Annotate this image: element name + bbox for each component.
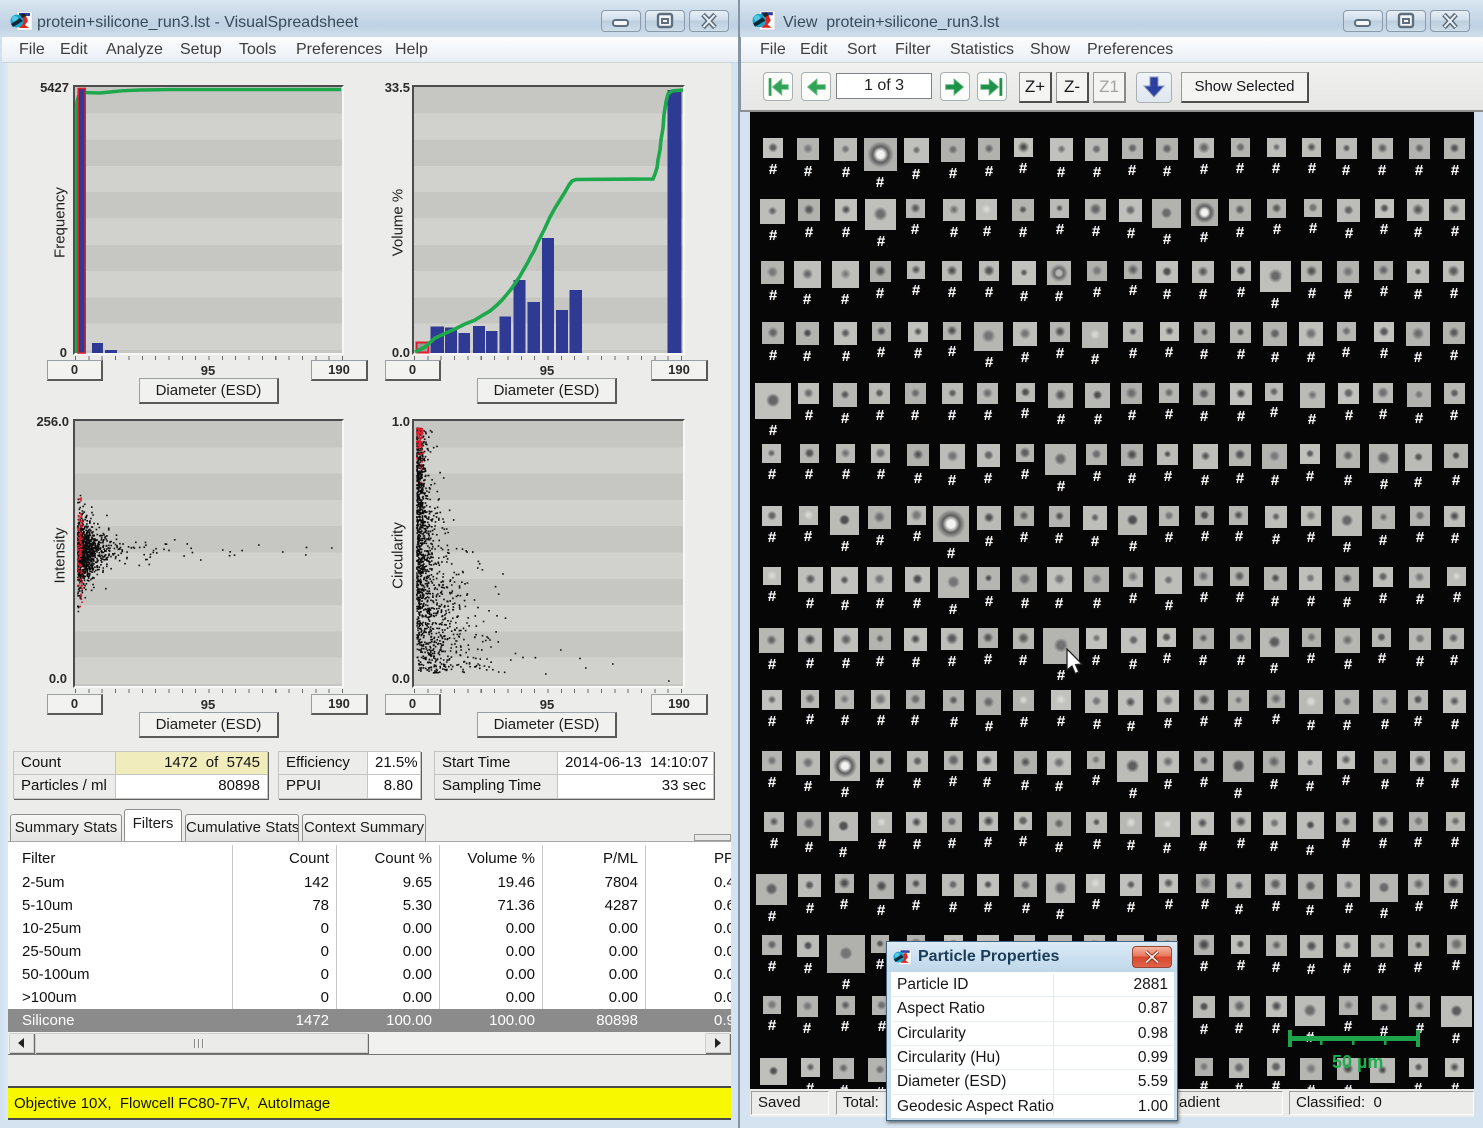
- svg-text:50 µm: 50 µm: [1332, 1052, 1383, 1072]
